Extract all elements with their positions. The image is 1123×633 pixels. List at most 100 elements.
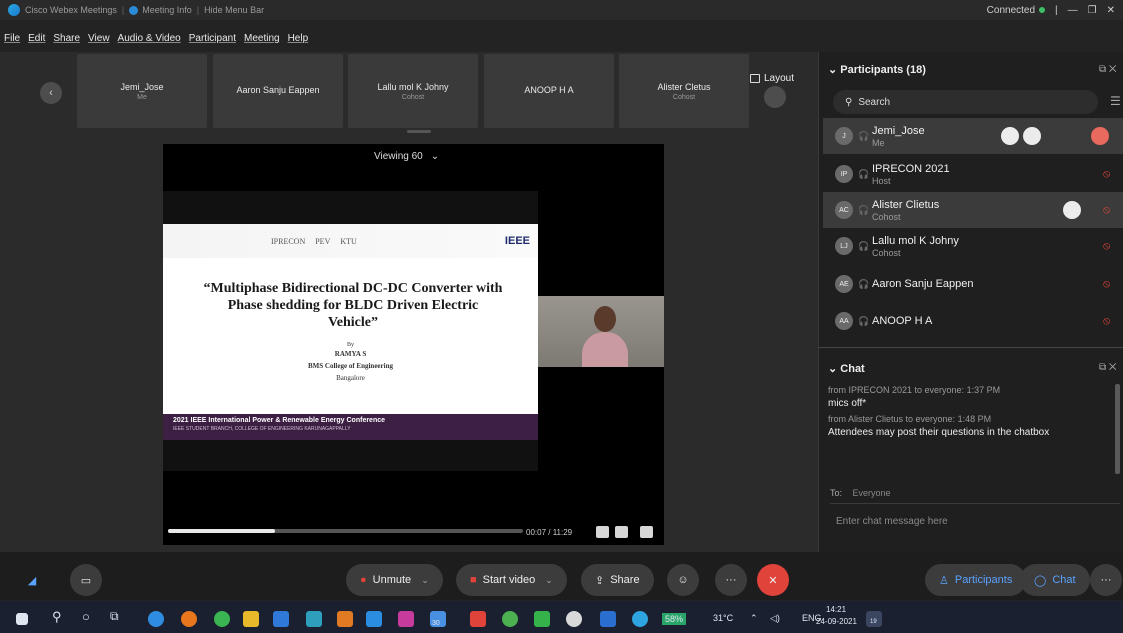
viewing-dropdown[interactable]: Viewing 60 ⌄ (374, 151, 439, 162)
chrome-icon[interactable] (214, 611, 230, 627)
satellite-icon: ◢ (27, 574, 37, 587)
windows-start-icon[interactable] (16, 613, 28, 625)
mute-icon[interactable] (1091, 127, 1109, 145)
file-explorer-icon[interactable] (243, 611, 259, 627)
chat-scrollbar[interactable] (1115, 384, 1120, 474)
mic-muted-icon[interactable]: ⦸ (1103, 278, 1110, 290)
task-view-icon[interactable]: ⧉ (110, 609, 119, 624)
settings-icon[interactable] (615, 526, 628, 538)
share-icon: ⇪ (595, 574, 605, 587)
closed-captions-button[interactable]: ▭ (70, 564, 102, 596)
chat-popout-icon[interactable]: ⧉ ✕ (1099, 362, 1117, 373)
participant-row[interactable]: AC 🎧 Alister Clietus Cohost ⦸ (823, 192, 1123, 228)
minimize-button[interactable]: — (1068, 5, 1078, 16)
participant-row[interactable]: IP 🎧 IPRECON 2021 Host ⦸ (823, 156, 1123, 192)
volume-icon[interactable]: ◁) (770, 613, 780, 624)
meeting-info-link[interactable]: Meeting Info (142, 5, 192, 15)
participant-row[interactable]: AA 🎧 ANOOP H A ⦸ (823, 303, 1123, 339)
weather-temp[interactable]: 31°C (713, 613, 733, 623)
clock-time[interactable]: 14:21 (826, 605, 846, 614)
avatar: J (835, 127, 853, 145)
firefox-icon[interactable] (181, 611, 197, 627)
menu-participant[interactable]: Participant (189, 33, 236, 49)
menu-bar: File Edit Share View Audio & Video Parti… (0, 33, 308, 49)
tray-chevron-icon[interactable]: ⌃ (750, 613, 758, 624)
video-tile[interactable]: Jemi_Jose Me (77, 54, 207, 128)
tile-name: ANOOP H A (524, 85, 574, 95)
vscode-icon[interactable] (366, 611, 382, 627)
photoshop-icon[interactable] (306, 611, 322, 627)
restore-button[interactable]: ❐ (1088, 5, 1097, 16)
search-placeholder: Search (858, 96, 891, 108)
participants-panel-button[interactable]: ♙ Participants (925, 564, 1027, 596)
strip-resize-handle[interactable] (407, 130, 431, 133)
edge-icon[interactable] (148, 611, 164, 627)
menu-help[interactable]: Help (288, 33, 309, 49)
panel-more-button[interactable]: ··· (1090, 564, 1122, 596)
video-off-icon: ■ (470, 574, 477, 586)
mic-muted-icon[interactable]: ⦸ (1103, 204, 1110, 216)
headset-icon: 🎧 (858, 315, 870, 326)
participant-row[interactable]: LJ 🎧 Lallu mol K Johny Cohost ⦸ (823, 228, 1123, 264)
menu-view[interactable]: View (88, 33, 110, 49)
cortana-icon[interactable]: ○ (82, 609, 90, 624)
webex-taskbar-icon[interactable] (632, 611, 648, 627)
playback-progress-bar[interactable] (168, 529, 523, 533)
reactions-button[interactable]: ☺ (667, 564, 699, 596)
illustrator-icon[interactable] (337, 611, 353, 627)
chat-recipient-select[interactable]: To: Everyone (830, 488, 1120, 504)
menu-file[interactable]: File (4, 33, 20, 49)
menu-audio-video[interactable]: Audio & Video (118, 33, 181, 49)
app-icon[interactable] (600, 611, 616, 627)
slide-college: BMS College of Engineering (308, 362, 393, 370)
mic-muted-icon[interactable]: ⦸ (1103, 240, 1110, 252)
participant-name: Aaron Sanju Eappen (872, 278, 974, 290)
caption-icon[interactable] (1023, 127, 1041, 145)
search-icon[interactable]: ⚲ (52, 609, 62, 625)
window-titlebar: Cisco Webex Meetings | Meeting Info | Hi… (0, 0, 1123, 20)
chat-header[interactable]: ⌄ Chat (828, 362, 865, 375)
strip-prev-button[interactable]: ‹ (40, 82, 62, 104)
menu-meeting[interactable]: Meeting (244, 33, 280, 49)
chat-input[interactable]: Enter chat message here (836, 516, 948, 527)
chrome-profile-icon[interactable] (502, 611, 518, 627)
office-icon[interactable] (470, 611, 486, 627)
slide-footer-organizer: IEEE STUDENT BRANCH, COLLEGE OF ENGINEER… (173, 426, 351, 432)
strip-next-button[interactable] (764, 86, 786, 108)
webex-assistant-button[interactable]: ◢ (16, 564, 48, 596)
close-button[interactable]: ✕ (1107, 5, 1115, 16)
share-button[interactable]: ⇪ Share (581, 564, 654, 596)
leave-meeting-button[interactable]: ✕ (757, 564, 789, 596)
app-icon[interactable] (566, 611, 582, 627)
subtitles-icon[interactable] (596, 526, 609, 538)
video-tile[interactable]: Aaron Sanju Eappen (213, 54, 343, 128)
popout-icon[interactable]: ⧉ ✕ (1099, 64, 1117, 75)
participant-role: Host (872, 175, 891, 186)
video-tile[interactable]: ANOOP H A (484, 54, 614, 128)
battery-indicator: 58% (662, 613, 687, 625)
video-tile[interactable]: Alister Cletus Cohost (619, 54, 749, 128)
menu-share[interactable]: Share (53, 33, 80, 49)
start-video-button[interactable]: ■ Start video ⌄ (456, 564, 567, 596)
participant-row[interactable]: J 🎧 Jemi_Jose Me (823, 118, 1123, 154)
layout-button[interactable]: Layout (750, 68, 806, 88)
raise-hand-icon[interactable] (1001, 127, 1019, 145)
xd-icon[interactable] (398, 611, 414, 627)
hide-menu-bar-link[interactable]: Hide Menu Bar (204, 5, 264, 15)
video-tile[interactable]: Lallu mol K Johny Cohost (348, 54, 478, 128)
more-options-button[interactable]: ··· (715, 564, 747, 596)
chat-bubble-icon[interactable] (1063, 201, 1081, 219)
menu-edit[interactable]: Edit (28, 33, 45, 49)
participants-header[interactable]: ⌄ Participants (18) (828, 63, 926, 76)
app-icon[interactable] (534, 611, 550, 627)
participant-search[interactable]: ⚲ Search (833, 90, 1098, 114)
list-options-icon[interactable]: ☰ (1110, 94, 1121, 108)
chat-panel-button[interactable]: ◯ Chat (1020, 564, 1090, 596)
mic-muted-icon[interactable]: ⦸ (1103, 168, 1110, 180)
unmute-button[interactable]: ● Unmute ⌄ (346, 564, 443, 596)
clock-date[interactable]: 24-09-2021 (816, 617, 857, 626)
fullscreen-icon[interactable] (640, 526, 653, 538)
mic-muted-icon[interactable]: ⦸ (1103, 315, 1110, 327)
store-icon[interactable] (273, 611, 289, 627)
participant-row[interactable]: AE 🎧 Aaron Sanju Eappen ⦸ (823, 266, 1123, 302)
